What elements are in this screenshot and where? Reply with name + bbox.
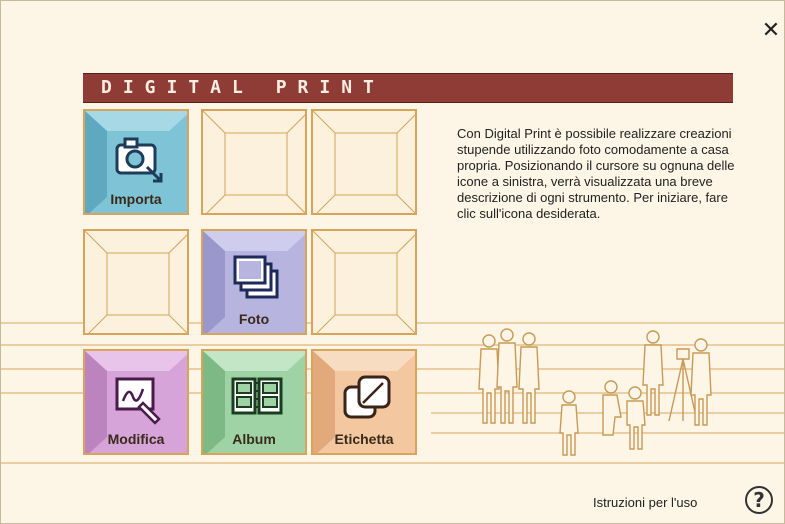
foto-tool-button[interactable]: Foto: [201, 229, 307, 335]
modifica-label: Modifica: [107, 431, 165, 447]
description-text: Con Digital Print è possibile realizzare…: [457, 126, 735, 221]
empty-tile: [201, 109, 307, 215]
foto-label: Foto: [238, 311, 270, 327]
help-instructions-link[interactable]: Istruzioni per l'uso: [593, 495, 697, 511]
album-tool-button[interactable]: Album: [201, 349, 307, 455]
modifica-tool-button[interactable]: Modifica: [83, 349, 189, 455]
label-sticker-icon: [343, 375, 391, 419]
etichetta-label: Etichetta: [334, 431, 394, 447]
etichetta-tool-button[interactable]: Etichetta: [311, 349, 417, 455]
empty-tile: [83, 229, 189, 335]
close-button[interactable]: ✕: [759, 19, 783, 43]
help-icon[interactable]: ?: [745, 486, 773, 514]
app-title: DIGITAL PRINT: [101, 77, 385, 98]
people-silhouette-illustration: [478, 328, 712, 456]
empty-tile: [311, 109, 417, 215]
empty-tile: [311, 229, 417, 335]
camera-import-icon: [115, 137, 163, 183]
importa-tool-button[interactable]: Importa: [83, 109, 189, 215]
album-label: Album: [232, 431, 276, 447]
importa-label: Importa: [110, 191, 162, 207]
digital-print-window: ✕ DIGITAL PRINT Importa Foto Modifica Al…: [0, 0, 785, 524]
edit-pen-icon: [115, 377, 161, 425]
photos-stack-icon: [233, 255, 279, 299]
album-book-icon: [231, 377, 283, 415]
title-banner: DIGITAL PRINT: [83, 73, 733, 103]
